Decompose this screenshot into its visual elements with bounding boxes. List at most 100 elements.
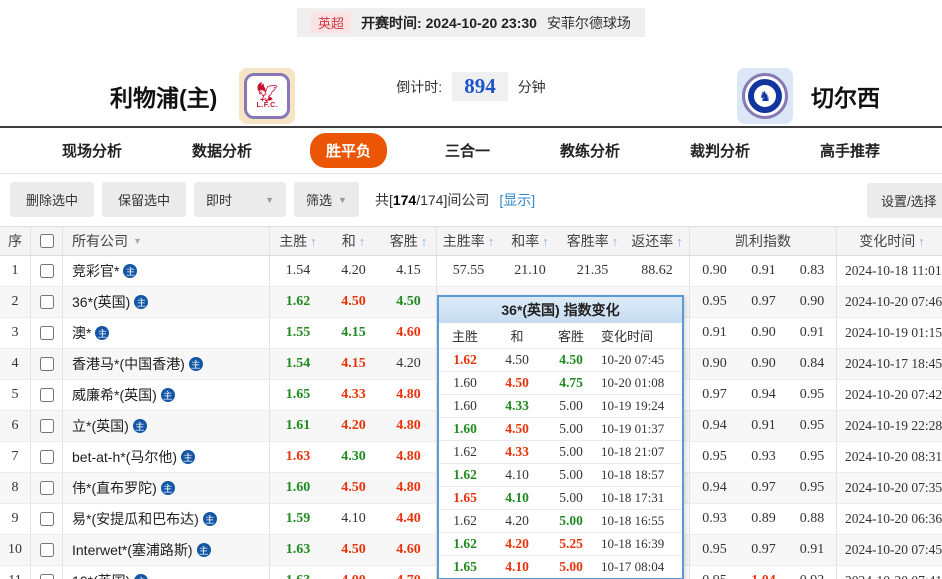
company-cell: 10*(英国)主 xyxy=(63,566,270,579)
header-draw-odds[interactable]: 和↑ xyxy=(326,227,381,255)
away-odds: 4.80 xyxy=(381,380,437,410)
row-number: 9 xyxy=(0,504,31,534)
row-number: 3 xyxy=(0,318,31,348)
company-name[interactable]: 立*(英国)主 xyxy=(72,416,147,436)
keep-selected-button[interactable]: 保留选中 xyxy=(102,182,186,217)
row-checkbox[interactable] xyxy=(40,543,54,557)
popup-change-time: 10-18 18:57 xyxy=(599,467,682,483)
settings-select-button[interactable]: 设置/选择 xyxy=(867,183,942,218)
change-time: 2024-10-19 22:28 xyxy=(837,411,942,441)
nav-tab-7[interactable]: 高手推荐 xyxy=(808,134,892,167)
instant-odds-select[interactable]: 即时 ▼ xyxy=(194,182,286,217)
company-name[interactable]: Interwet*(塞浦路斯)主 xyxy=(72,540,211,560)
delete-selected-button[interactable]: 删除选中 xyxy=(10,182,94,217)
row-checkbox[interactable] xyxy=(40,512,54,526)
company-name[interactable]: 竞彩官*主 xyxy=(72,261,137,281)
header-away-rate[interactable]: 客胜率↑ xyxy=(560,227,625,255)
select-all-checkbox[interactable] xyxy=(40,234,54,248)
kelly-away: 0.91 xyxy=(788,318,837,348)
home-indicator-icon: 主 xyxy=(134,574,148,579)
header-return-rate[interactable]: 返还率↑ xyxy=(625,227,690,255)
sort-asc-icon: ↑ xyxy=(612,234,619,249)
popup-change-time: 10-19 19:24 xyxy=(599,398,682,414)
chevron-down-icon: ▼ xyxy=(338,195,347,205)
popup-home-odds: 1.62 xyxy=(439,467,491,483)
row-checkbox[interactable] xyxy=(40,295,54,309)
popup-away-odds: 5.00 xyxy=(543,513,599,529)
company-name[interactable]: 威廉希*(英国)主 xyxy=(72,385,175,405)
company-cell: 36*(英国)主 xyxy=(63,287,270,317)
row-checkbox-cell xyxy=(31,380,63,410)
row-number: 4 xyxy=(0,349,31,379)
kelly-draw: 0.90 xyxy=(739,318,788,348)
popup-draw-odds: 4.10 xyxy=(491,559,543,575)
company-cell: 威廉希*(英国)主 xyxy=(63,380,270,410)
change-time: 2024-10-20 06:36 xyxy=(837,504,942,534)
company-cell: bet-at-h*(马尔他)主 xyxy=(63,442,270,472)
header-away-odds[interactable]: 客胜↑ xyxy=(381,227,437,255)
row-checkbox[interactable] xyxy=(40,481,54,495)
kelly-draw: 0.90 xyxy=(739,349,788,379)
return-rate: 88.62 xyxy=(625,256,690,286)
popup-away-odds: 5.00 xyxy=(543,467,599,483)
company-name[interactable]: 澳*主 xyxy=(72,323,109,343)
draw-odds: 4.30 xyxy=(326,442,381,472)
header-change-time[interactable]: 变化时间↑ xyxy=(837,227,942,255)
nav-tab-1[interactable]: 现场分析 xyxy=(50,134,134,167)
header-draw-rate[interactable]: 和率↑ xyxy=(500,227,560,255)
row-checkbox[interactable] xyxy=(40,450,54,464)
row-checkbox[interactable] xyxy=(40,574,54,579)
kelly-home: 0.97 xyxy=(690,380,739,410)
change-time: 2024-10-17 18:45 xyxy=(837,349,942,379)
popup-draw-odds: 4.20 xyxy=(491,513,543,529)
nav-tab-6[interactable]: 裁判分析 xyxy=(678,134,762,167)
show-link[interactable]: [显示] xyxy=(499,190,535,210)
home-odds: 1.55 xyxy=(270,318,326,348)
company-name[interactable]: 香港马*(中国香港)主 xyxy=(72,354,203,374)
company-name[interactable]: 易*(安提瓜和巴布达)主 xyxy=(72,509,217,529)
draw-odds: 4.10 xyxy=(326,504,381,534)
kelly-home: 0.95 xyxy=(690,442,739,472)
popup-header-row: 主胜和客胜变化时间 xyxy=(439,323,682,348)
company-cell: Interwet*(塞浦路斯)主 xyxy=(63,535,270,565)
row-checkbox[interactable] xyxy=(40,388,54,402)
filter-button[interactable]: 筛选 ▼ xyxy=(294,182,359,217)
company-cell: 香港马*(中国香港)主 xyxy=(63,349,270,379)
countdown-label: 倒计时: xyxy=(396,77,442,97)
kelly-home: 0.94 xyxy=(690,473,739,503)
change-time: 2024-10-19 01:15 xyxy=(837,318,942,348)
popup-away-odds: 5.00 xyxy=(543,421,599,437)
sort-asc-icon: ↑ xyxy=(310,234,317,249)
header-company[interactable]: 所有公司▼ xyxy=(63,227,270,255)
sort-asc-icon: ↑ xyxy=(542,234,549,249)
company-cell: 立*(英国)主 xyxy=(63,411,270,441)
away-odds: 4.80 xyxy=(381,411,437,441)
row-checkbox[interactable] xyxy=(40,419,54,433)
draw-odds: 4.50 xyxy=(326,535,381,565)
kelly-away: 0.93 xyxy=(788,566,837,579)
popup-change-time: 10-20 01:08 xyxy=(599,375,682,391)
popup-home-odds: 1.62 xyxy=(439,352,491,368)
kelly-draw: 0.93 xyxy=(739,442,788,472)
kelly-home: 0.90 xyxy=(690,349,739,379)
company-name[interactable]: 10*(英国)主 xyxy=(72,571,148,579)
nav-tab-3[interactable]: 胜平负 xyxy=(310,133,387,168)
row-checkbox[interactable] xyxy=(40,264,54,278)
home-indicator-icon: 主 xyxy=(133,419,147,433)
row-checkbox[interactable] xyxy=(40,326,54,340)
kelly-away: 0.95 xyxy=(788,380,837,410)
header-home-rate[interactable]: 主胜率↑ xyxy=(437,227,500,255)
company-name[interactable]: 伟*(直布罗陀)主 xyxy=(72,478,175,498)
nav-tab-4[interactable]: 三合一 xyxy=(433,134,502,167)
home-odds: 1.62 xyxy=(270,287,326,317)
popup-header-1: 主胜 xyxy=(439,326,491,345)
table-row: 1竞彩官*主1.544.204.1557.5521.1021.3588.620.… xyxy=(0,256,942,287)
nav-tab-5[interactable]: 教练分析 xyxy=(548,134,632,167)
change-time: 2024-10-20 07:35 xyxy=(837,473,942,503)
company-name[interactable]: 36*(英国)主 xyxy=(72,292,148,312)
row-checkbox[interactable] xyxy=(40,357,54,371)
nav-tab-2[interactable]: 数据分析 xyxy=(180,134,264,167)
company-name[interactable]: bet-at-h*(马尔他)主 xyxy=(72,447,195,467)
teams-header: 利物浦(主) 🦅︎ L.F.C. 倒计时: 894 分钟 ♞︎ 切尔西 xyxy=(0,40,942,126)
header-home-odds[interactable]: 主胜↑ xyxy=(270,227,326,255)
